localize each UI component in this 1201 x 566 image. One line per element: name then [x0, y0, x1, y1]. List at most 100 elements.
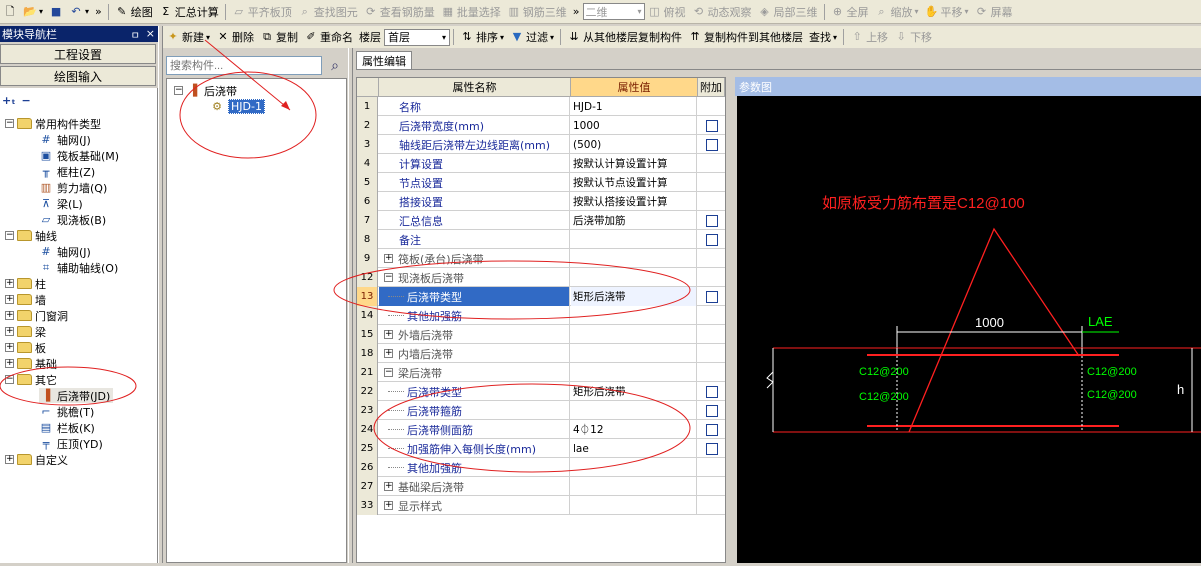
tree-folder-other[interactable]: − 其它	[5, 372, 57, 387]
find-button[interactable]: 查找 ▾	[806, 26, 840, 48]
property-row[interactable]: 3 轴线距后浇带左边线距离(mm) (500)	[357, 135, 725, 154]
property-row[interactable]: 22 后浇带类型 矩形后浇带	[357, 382, 725, 401]
expand-icon[interactable]: +	[5, 311, 14, 320]
new-file-button[interactable]: 🗋	[0, 1, 20, 23]
tab-property-editor[interactable]: 属性编辑	[356, 51, 412, 69]
tree-item-aux-axis[interactable]: ⌗ 辅助轴线(O)	[39, 260, 118, 275]
draw-button[interactable]: ✎ 绘图	[112, 1, 156, 23]
component-search-input[interactable]	[166, 56, 322, 75]
tree-item-frame-column[interactable]: ╥ 框柱(Z)	[39, 164, 95, 179]
tree-item-slab[interactable]: ▱ 现浇板(B)	[39, 212, 106, 227]
expand-icon[interactable]: +	[384, 349, 393, 358]
property-row[interactable]: 4 计算设置 按默认计算设置计算	[357, 154, 725, 173]
ref-splitter[interactable]	[729, 77, 735, 563]
property-row[interactable]: 26 其他加强筋	[357, 458, 725, 477]
property-row[interactable]: 25 加强筋伸入每侧长度(mm) lae	[357, 439, 725, 458]
property-row[interactable]: 27 + 基础梁后浇带	[357, 477, 725, 496]
tree-folder-wall[interactable]: + 墙	[5, 292, 46, 307]
view-rebar-button[interactable]: ⟳ 查看钢筋量	[361, 1, 438, 23]
fullscreen-button[interactable]: ⊕ 全屏	[828, 1, 872, 23]
property-value[interactable]	[571, 230, 697, 249]
property-row[interactable]: 8 备注	[357, 230, 725, 249]
property-row[interactable]: 5 节点设置 按默认节点设置计算	[357, 173, 725, 192]
property-row[interactable]: 24 后浇带侧面筋 4⏀12	[357, 420, 725, 439]
tree-folder-slab[interactable]: + 板	[5, 340, 46, 355]
undo-button[interactable]: ↶ ▾	[66, 1, 92, 23]
append-checkbox[interactable]	[705, 423, 718, 436]
dynamic-view-button[interactable]: ⟲ 动态观察	[689, 1, 755, 23]
tree-item-shear-wall[interactable]: ▥ 剪力墙(Q)	[39, 180, 107, 195]
property-value[interactable]: 1000	[571, 116, 697, 135]
rebar-3d-button[interactable]: ▥ 钢筋三维	[504, 1, 570, 23]
append-checkbox[interactable]	[705, 119, 718, 132]
property-row[interactable]: 14 其他加强筋	[357, 306, 725, 325]
collapse-icon[interactable]: −	[5, 119, 14, 128]
comp-tree-item-hjd1[interactable]: ⚙ HJD-1	[210, 99, 265, 114]
move-up-button[interactable]: ⇧ 上移	[847, 26, 891, 48]
tree-item-axis-grid-2[interactable]: # 轴网(J)	[39, 244, 90, 259]
tree-item-parapet[interactable]: ▤ 栏板(K)	[39, 420, 95, 435]
collapse-icon[interactable]: −	[384, 273, 393, 282]
copy-button[interactable]: ⧉ 复制	[257, 26, 301, 48]
collapse-icon[interactable]: −	[174, 86, 183, 95]
zoom-button[interactable]: ⌕ 缩放 ▾	[872, 1, 922, 23]
expand-icon[interactable]: +	[5, 327, 14, 336]
drawing-input-button[interactable]: 绘图输入	[0, 66, 156, 86]
tree-folder-beam[interactable]: + 梁	[5, 324, 46, 339]
tree-folder-custom[interactable]: + 自定义	[5, 452, 68, 467]
property-row[interactable]: 9 + 筏板(承台)后浇带	[357, 249, 725, 268]
copy-to-floor-button[interactable]: ⇈ 复制构件到其他楼层	[685, 26, 806, 48]
property-value[interactable]: 矩形后浇带	[571, 287, 697, 306]
expand-icon[interactable]: +	[5, 295, 14, 304]
save-button[interactable]: ■	[46, 1, 66, 23]
append-checkbox[interactable]	[705, 138, 718, 151]
property-row[interactable]: 2 后浇带宽度(mm) 1000	[357, 116, 725, 135]
property-value[interactable]	[571, 306, 697, 325]
property-row[interactable]: 33 + 显示样式	[357, 496, 725, 515]
view-mode-select[interactable]: 二维 ▾	[582, 3, 645, 20]
tree-item-beam[interactable]: ⊼ 梁(L)	[39, 196, 83, 211]
close-icon[interactable]: ×	[146, 27, 155, 42]
tree-item-coping[interactable]: ╤ 压顶(YD)	[39, 436, 103, 451]
property-value[interactable]: 矩形后浇带	[571, 382, 697, 401]
expand-icon[interactable]: +	[384, 254, 393, 263]
tree-item-cantilever-eave[interactable]: ⌐ 挑檐(T)	[39, 404, 94, 419]
tree-item-axis-grid[interactable]: # 轴网(J)	[39, 132, 90, 147]
tree-folder-column[interactable]: + 柱	[5, 276, 46, 291]
open-file-button[interactable]: 📂 ▾	[20, 1, 46, 23]
collapse-icon[interactable]: −	[5, 231, 14, 240]
append-checkbox[interactable]	[705, 442, 718, 455]
append-checkbox[interactable]	[705, 214, 718, 227]
expand-icon[interactable]: +	[5, 343, 14, 352]
append-checkbox[interactable]	[705, 290, 718, 303]
tree-item-post-pour-strip[interactable]: ▐ 后浇带(JD)	[39, 388, 114, 403]
project-settings-button[interactable]: 工程设置	[0, 44, 156, 64]
property-value[interactable]: lae	[571, 439, 697, 458]
align-top-button[interactable]: ▱ 平齐板顶	[229, 1, 295, 23]
property-row[interactable]: 12− 现浇板后浇带	[357, 268, 725, 287]
property-row[interactable]: 21− 梁后浇带	[357, 363, 725, 382]
property-row[interactable]: 7 汇总信息 后浇带加筋	[357, 211, 725, 230]
expand-icon[interactable]: +	[5, 455, 14, 464]
property-value[interactable]: 按默认计算设置计算	[571, 154, 697, 173]
comp-tree-root[interactable]: − ▐ 后浇带	[174, 83, 237, 98]
local-3d-button[interactable]: ◈ 局部三维	[755, 1, 821, 23]
nav-splitter[interactable]	[158, 26, 163, 563]
find-element-button[interactable]: ⌕ 查找图元	[295, 1, 361, 23]
property-row[interactable]: 15 + 外墙后浇带	[357, 325, 725, 344]
property-value[interactable]	[571, 458, 697, 477]
expand-icon[interactable]: +	[5, 279, 14, 288]
rename-button[interactable]: ✐ 重命名	[301, 26, 356, 48]
pin-icon[interactable]: ㅁ	[131, 27, 140, 42]
toolbar-overflow-2[interactable]: »	[570, 1, 583, 23]
delete-button[interactable]: ✕ 删除	[213, 26, 257, 48]
sum-calc-button[interactable]: Σ 汇总计算	[156, 1, 222, 23]
new-component-button[interactable]: ✦ 新建 ▾	[163, 26, 213, 48]
property-row[interactable]: 13 后浇带类型 矩形后浇带	[357, 287, 725, 306]
collapse-icon[interactable]: −	[5, 375, 14, 384]
append-checkbox[interactable]	[705, 404, 718, 417]
append-checkbox[interactable]	[705, 385, 718, 398]
batch-select-button[interactable]: ▦ 批量选择	[438, 1, 504, 23]
property-row[interactable]: 6 搭接设置 按默认搭接设置计算	[357, 192, 725, 211]
screen-button[interactable]: ⟳ 屏幕	[972, 1, 1016, 23]
